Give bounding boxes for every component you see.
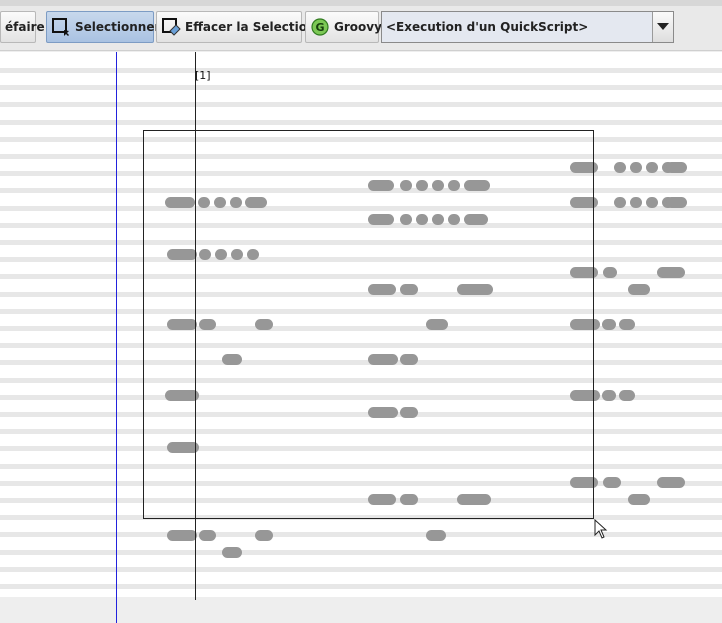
note[interactable] [199, 530, 216, 541]
note[interactable] [614, 197, 626, 208]
select-button[interactable]: Selectionner [46, 11, 160, 43]
note[interactable] [222, 547, 242, 558]
groovy-button[interactable]: G Groovy [305, 11, 382, 43]
note[interactable] [666, 197, 687, 208]
note[interactable] [614, 162, 626, 173]
note[interactable] [167, 530, 197, 541]
note[interactable] [255, 530, 273, 541]
note[interactable] [602, 319, 616, 330]
selection-rectangle [143, 130, 594, 519]
staff-line [0, 102, 722, 107]
note[interactable] [630, 197, 642, 208]
staff-line [0, 550, 722, 555]
note[interactable] [602, 390, 616, 401]
toolbar: éfaire Selectionner Effacer la Selection… [0, 6, 722, 51]
note[interactable] [657, 477, 685, 488]
note[interactable] [426, 530, 446, 541]
mouse-cursor-icon [594, 518, 608, 543]
note[interactable] [630, 162, 642, 173]
select-label: Selectionner [75, 20, 161, 34]
note[interactable] [603, 267, 617, 278]
note[interactable] [666, 162, 687, 173]
groovy-label: Groovy [334, 20, 382, 34]
staff-line [0, 584, 722, 589]
note[interactable] [619, 319, 635, 330]
note[interactable] [628, 494, 650, 505]
quickscript-select[interactable]: <Execution d'un QuickScript> [381, 11, 674, 43]
note[interactable] [646, 162, 658, 173]
measure-marker: [1] [195, 69, 211, 82]
dropdown-arrow-icon[interactable] [652, 12, 673, 42]
note[interactable] [628, 284, 650, 295]
staff-line [0, 567, 722, 572]
clear-selection-label: Effacer la Selection [185, 20, 316, 34]
undo-button[interactable]: éfaire [0, 11, 45, 43]
staff-line [0, 120, 722, 125]
note[interactable] [657, 267, 685, 278]
svg-text:G: G [315, 21, 324, 34]
note[interactable] [619, 390, 635, 401]
select-icon [51, 17, 71, 37]
groovy-icon: G [310, 17, 330, 37]
note[interactable] [603, 477, 621, 488]
note[interactable] [646, 197, 658, 208]
clear-selection-button[interactable]: Effacer la Selection [156, 11, 316, 43]
staff-line [0, 85, 722, 90]
staff-line [0, 68, 722, 73]
staff-line [0, 532, 722, 537]
clear-selection-icon [161, 17, 181, 37]
quickscript-select-value: <Execution d'un QuickScript> [382, 12, 652, 42]
undo-label: éfaire [5, 20, 45, 34]
playback-cursor-line [116, 52, 117, 623]
